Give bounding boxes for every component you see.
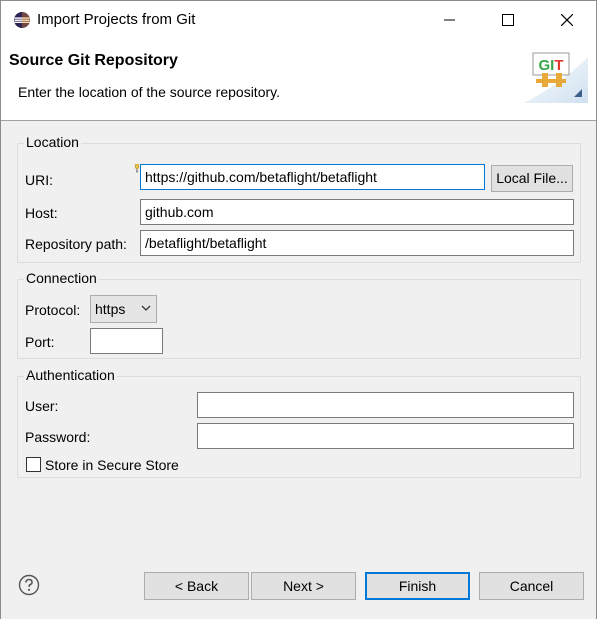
connection-group: Connection Protocol: https Port:	[17, 270, 581, 359]
store-secure-checkbox[interactable]	[26, 457, 41, 472]
repository-path-label: Repository path:	[25, 236, 127, 252]
repository-path-input[interactable]: /betaflight/betaflight	[140, 230, 574, 256]
git-logo: GIT	[522, 47, 590, 105]
wizard-header: Source Git Repository Enter the location…	[1, 39, 596, 121]
help-button[interactable]	[18, 574, 40, 596]
location-group-title: Location	[24, 134, 81, 150]
git-logo-text: GIT	[538, 57, 563, 74]
store-secure-label: Store in Secure Store	[45, 457, 179, 473]
wizard-content: Location URI: https://github.com/betafli…	[1, 122, 596, 619]
password-input[interactable]	[197, 423, 574, 449]
host-label: Host:	[25, 205, 58, 221]
password-label: Password:	[25, 429, 91, 445]
close-icon	[561, 14, 573, 26]
title-bar: Import Projects from Git	[1, 1, 596, 39]
uri-input[interactable]: https://github.com/betaflight/betaflight	[140, 164, 485, 190]
cancel-button[interactable]: Cancel	[479, 572, 584, 600]
uri-label: URI:	[25, 172, 53, 188]
page-description: Enter the location of the source reposit…	[18, 84, 280, 100]
next-button[interactable]: Next >	[251, 572, 356, 600]
eclipse-icon	[13, 11, 31, 29]
authentication-group: Authentication User: Password: Store in …	[17, 367, 581, 478]
protocol-label: Protocol:	[25, 302, 81, 318]
close-button[interactable]	[538, 1, 596, 39]
finish-button[interactable]: Finish	[365, 572, 470, 600]
authentication-group-title: Authentication	[24, 367, 117, 383]
protocol-select[interactable]: https	[90, 295, 157, 323]
page-title: Source Git Repository	[9, 52, 178, 69]
minimize-button[interactable]	[421, 1, 479, 39]
user-label: User:	[25, 398, 59, 414]
location-group: Location URI: https://github.com/betafli…	[17, 134, 581, 263]
help-icon	[18, 574, 40, 596]
port-input[interactable]	[90, 328, 163, 354]
import-dialog: Import Projects from Git Source Git Repo…	[0, 0, 597, 619]
window-title: Import Projects from Git	[37, 11, 196, 28]
maximize-button[interactable]	[479, 1, 537, 39]
protocol-value: https	[95, 301, 126, 317]
connection-group-title: Connection	[24, 270, 99, 286]
back-button[interactable]: < Back	[144, 572, 249, 600]
local-file-button[interactable]: Local File...	[491, 165, 573, 192]
host-input[interactable]: github.com	[140, 199, 574, 225]
user-input[interactable]	[197, 392, 574, 418]
port-label: Port:	[25, 334, 55, 350]
chevron-down-icon	[141, 305, 151, 311]
